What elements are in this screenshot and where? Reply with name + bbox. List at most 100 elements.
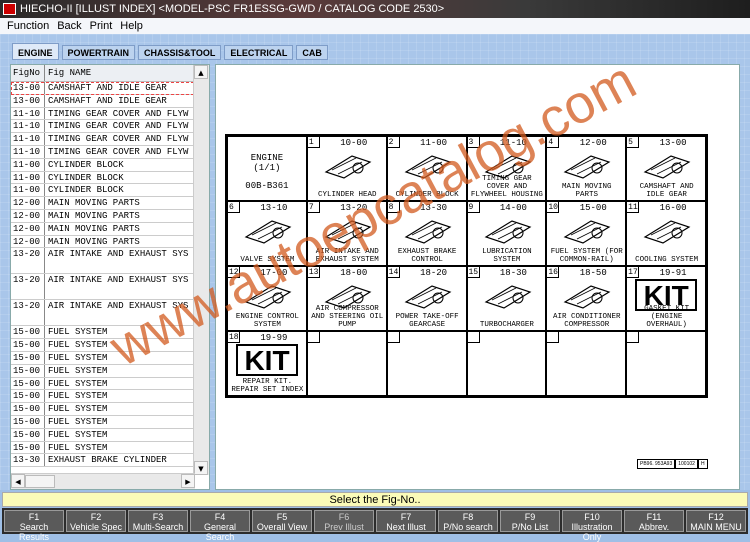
- list-row[interactable]: 13-00 CAMSHAFT AND IDLE GEAR: [11, 82, 209, 95]
- list-row[interactable]: 15-00 FUEL SYSTEM: [11, 403, 209, 416]
- list-row[interactable]: 11-00 CYLINDER BLOCK: [11, 158, 209, 172]
- index-cell[interactable]: 16 18-50 AIR CONDITIONER COMPRESSOR: [546, 266, 627, 331]
- fkey-f8[interactable]: F8 P/No search: [438, 510, 498, 532]
- tab-cab[interactable]: CAB: [296, 45, 328, 60]
- list-row[interactable]: 12-00 MAIN MOVING PARTS: [11, 197, 209, 210]
- scroll-left-icon[interactable]: ◀: [11, 474, 25, 488]
- list-row[interactable]: 15-00 FUEL SYSTEM: [11, 377, 209, 391]
- scroll-right-icon[interactable]: ▶: [181, 474, 195, 488]
- index-cell[interactable]: 5 13-00 CAMSHAFT AND IDLE GEAR: [626, 136, 706, 201]
- cell-fig-no: 13-20: [340, 203, 368, 213]
- scroll-up-icon[interactable]: ▲: [194, 65, 208, 79]
- list-row[interactable]: 11-10 TIMING GEAR COVER AND FLYW: [11, 133, 209, 146]
- row-figno: 11-10: [11, 120, 45, 133]
- ref-code-3: H: [697, 459, 708, 469]
- list-row[interactable]: 11-10 TIMING GEAR COVER AND FLYW: [11, 145, 209, 159]
- horizontal-scrollbar[interactable]: ◀ ▶: [11, 473, 195, 489]
- fkey-f12[interactable]: F12 MAIN MENU: [686, 510, 746, 532]
- index-cell[interactable]: 15 18-30 TURBOCHARGER: [466, 266, 547, 331]
- part-illustration-icon: [404, 285, 452, 309]
- fkey-f4[interactable]: F4 General Search: [190, 510, 250, 542]
- list-row[interactable]: 15-00 FUEL SYSTEM: [11, 326, 209, 340]
- list-row[interactable]: 13-20 AIR INTAKE AND EXHAUST SYS: [11, 300, 209, 327]
- scroll-thumb[interactable]: [25, 475, 55, 488]
- index-cell[interactable]: 10 15-00 FUEL SYSTEM (FOR COMMON-RAIL): [546, 201, 627, 266]
- empty-cell: [306, 331, 387, 396]
- index-cell[interactable]: 12 17-00 ENGINE CONTROL SYSTEM: [227, 266, 307, 331]
- list-row[interactable]: 12-00 MAIN MOVING PARTS: [11, 209, 209, 223]
- row-figno: 13-20: [11, 274, 45, 300]
- fkey-f2[interactable]: F2 Vehicle Spec: [66, 510, 126, 532]
- main-area: ENGINE POWERTRAIN CHASSIS&TOOL ELECTRICA…: [0, 34, 750, 490]
- index-cell[interactable]: 3 11-10 TIMING GEAR COVER AND FLYWHEEL HOU…: [466, 136, 547, 201]
- list-row[interactable]: 13-30 EXHAUST BRAKE CYLINDER: [11, 454, 209, 468]
- list-row[interactable]: 12-00 MAIN MOVING PARTS: [11, 235, 209, 249]
- index-cell[interactable]: 13 18-00 AIR COMPRESSOR AND STEERING OIL P…: [306, 266, 387, 331]
- index-cell[interactable]: 18 19-99 KIT REPAIR KIT. REPAIR SET INDEX: [227, 331, 307, 396]
- fkey-f11[interactable]: F11 Abbrev.: [624, 510, 684, 532]
- menu-help[interactable]: Help: [120, 20, 143, 32]
- tab-engine[interactable]: ENGINE: [12, 43, 59, 60]
- list-row[interactable]: 11-00 CYLINDER BLOCK: [11, 184, 209, 198]
- row-figno: 15-00: [11, 428, 45, 441]
- menu-back[interactable]: Back: [57, 20, 81, 32]
- fkey-f1[interactable]: F1 Search Results: [4, 510, 64, 542]
- tab-electrical[interactable]: ELECTRICAL: [224, 45, 294, 60]
- fkey-label: Overall View: [256, 522, 308, 532]
- index-cell[interactable]: 14 18-20 POWER TAKE-OFF GEARCASE: [386, 266, 467, 331]
- list-row[interactable]: 11-00 CYLINDER BLOCK: [11, 171, 209, 185]
- fkey-label: Multi-Search: [132, 522, 184, 532]
- fkey-f10[interactable]: F10 Illustration Only: [562, 510, 622, 542]
- index-cell[interactable]: 4 12-00 MAIN MOVING PARTS: [546, 136, 627, 201]
- row-fig-name: CYLINDER BLOCK: [48, 159, 124, 170]
- cell-fig-no: 18-30: [499, 268, 527, 278]
- index-cell[interactable]: 8 13-30 EXHAUST BRAKE CONTROL: [386, 201, 467, 266]
- index-cell[interactable]: 7 13-20 AIR INTAKE AND EXHAUST SYSTEM: [306, 201, 387, 266]
- index-cell[interactable]: 2 11-00 CYLINDER BLOCK: [386, 136, 467, 201]
- menu-function[interactable]: Function: [7, 20, 49, 32]
- cell-fig-no: 10-00: [340, 138, 368, 148]
- index-cell[interactable]: 6 13-10 VALVE SYSTEM: [227, 201, 307, 266]
- list-row[interactable]: 15-00 FUEL SYSTEM: [11, 428, 209, 442]
- index-cell[interactable]: 17 19-91 KIT GASKET KIT (ENGINE OVERHAUL): [626, 266, 706, 331]
- illustration-index-grid: ENGINE (1/1) 00B-B361 1 10-00 CYLINDER HEAD 2…: [225, 134, 708, 398]
- cell-caption: CAMSHAFT AND IDLE GEAR: [639, 183, 694, 199]
- list-row[interactable]: 15-00 FUEL SYSTEM: [11, 364, 209, 378]
- list-row[interactable]: 15-00 FUEL SYSTEM: [11, 351, 209, 365]
- fkey-f7[interactable]: F7 Next Illust: [376, 510, 436, 532]
- fkey-f3[interactable]: F3 Multi-Search: [128, 510, 188, 532]
- list-row[interactable]: 15-00 FUEL SYSTEM: [11, 390, 209, 404]
- cell-caption: COOLING SYSTEM: [635, 256, 699, 264]
- header-fig-name[interactable]: Fig NAME: [45, 65, 193, 81]
- tab-powertrain[interactable]: POWERTRAIN: [61, 45, 136, 60]
- list-row[interactable]: 13-00 CAMSHAFT AND IDLE GEAR: [11, 94, 209, 108]
- list-row[interactable]: 11-10 TIMING GEAR COVER AND FLYW: [11, 107, 209, 121]
- row-figno: 13-00: [11, 82, 45, 94]
- fkey-f6[interactable]: F6 Prev Illust: [314, 510, 374, 532]
- row-figno: 11-00: [11, 158, 45, 171]
- fkey-label: General Search: [203, 522, 237, 542]
- tab-chassis-tool[interactable]: CHASSIS&TOOL: [138, 45, 222, 60]
- list-row[interactable]: 15-00 FUEL SYSTEM: [11, 441, 209, 455]
- scroll-down-icon[interactable]: ▼: [194, 461, 208, 475]
- list-row[interactable]: 13-20 AIR INTAKE AND EXHAUST SYS: [11, 248, 209, 275]
- fkey-f9[interactable]: F9 P/No List: [500, 510, 560, 532]
- list-row[interactable]: 13-20 AIR INTAKE AND EXHAUST SYS: [11, 274, 209, 301]
- list-row[interactable]: 12-00 MAIN MOVING PARTS: [11, 222, 209, 236]
- list-row[interactable]: 15-00 FUEL SYSTEM: [11, 415, 209, 429]
- vertical-scrollbar[interactable]: ▲ ▼: [193, 65, 209, 475]
- index-cell[interactable]: 9 14-00 LUBRICATION SYSTEM: [466, 201, 547, 266]
- row-figno: 15-00: [11, 326, 45, 339]
- menu-print[interactable]: Print: [90, 20, 113, 32]
- fkey-code: F4: [214, 512, 226, 522]
- list-row[interactable]: 15-00 FUEL SYSTEM: [11, 339, 209, 352]
- list-row[interactable]: 11-10 TIMING GEAR COVER AND FLYW: [11, 120, 209, 134]
- index-cell[interactable]: 11 16-00 COOLING SYSTEM: [626, 201, 706, 266]
- fkey-f5[interactable]: F5 Overall View: [252, 510, 312, 532]
- fkey-label: MAIN MENU: [690, 522, 742, 532]
- index-cell[interactable]: 1 10-00 CYLINDER HEAD: [306, 136, 387, 201]
- header-figno[interactable]: FigNo: [11, 65, 45, 81]
- index-code: 00B-B361: [245, 181, 289, 191]
- cell-fig-no: 19-99: [260, 333, 288, 343]
- fkey-code: F8: [462, 512, 474, 522]
